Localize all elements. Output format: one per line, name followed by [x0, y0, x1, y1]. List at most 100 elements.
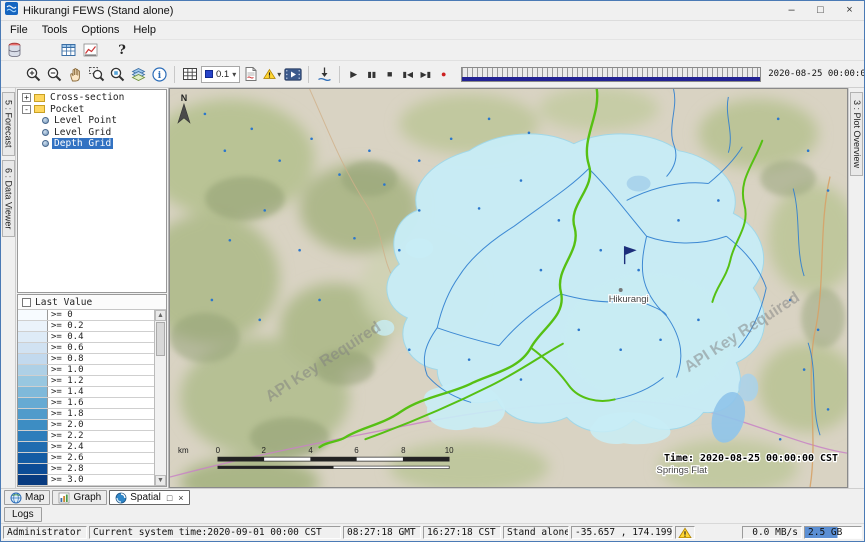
- menu-help[interactable]: Help: [126, 24, 163, 36]
- legend-label: >= 2.4: [48, 442, 84, 452]
- stop-button[interactable]: ■: [381, 69, 398, 79]
- svg-text:4: 4: [308, 446, 313, 455]
- close-button[interactable]: ×: [835, 1, 864, 20]
- legend-row: >= 1.2: [18, 376, 154, 387]
- titlebar: Hikurangi FEWS (Stand alone) – □ ×: [1, 1, 864, 21]
- collapse-icon[interactable]: -: [22, 105, 31, 114]
- legend-swatch: [18, 453, 48, 463]
- legend-row: >= 1.8: [18, 409, 154, 420]
- svg-text:0: 0: [216, 446, 221, 455]
- status-memory-usage: 2.5 GB: [804, 526, 862, 539]
- tree-node-label[interactable]: Level Grid: [52, 127, 113, 138]
- tree-node-label[interactable]: Cross-section: [48, 92, 126, 103]
- tab-plot-overview[interactable]: 3 : Plot Overview: [850, 92, 863, 176]
- legend-row: >= 1.4: [18, 387, 154, 398]
- legend-label: >= 2.2: [48, 431, 84, 441]
- main-area: 5 : Forecast 6 : Data Viewer + Cross-sec…: [1, 88, 864, 488]
- pan-hand-icon[interactable]: [65, 64, 85, 84]
- zoom-out-icon[interactable]: [44, 64, 64, 84]
- tree-node-label-selected[interactable]: Depth Grid: [52, 138, 113, 149]
- current-map-datetime: 2020-08-25 00:00:00 CST: [768, 69, 865, 79]
- database-icon[interactable]: [4, 40, 24, 60]
- status-network-rate: 0.0 MB/s: [742, 526, 802, 539]
- grid-display-icon[interactable]: [180, 64, 200, 84]
- tree-node-depth-grid[interactable]: Depth Grid: [18, 138, 166, 150]
- tab-map[interactable]: Map: [4, 490, 50, 505]
- tree-node-cross-section[interactable]: + Cross-section: [18, 92, 166, 104]
- map-view[interactable]: API Key Required API Key Required Hikura…: [169, 88, 848, 488]
- time-slider-bar[interactable]: [462, 77, 760, 81]
- panel-restore-icon[interactable]: □: [167, 493, 172, 503]
- record-button[interactable]: ●: [435, 69, 452, 79]
- status-spacer: [697, 526, 740, 539]
- zoom-in-icon[interactable]: [23, 64, 43, 84]
- legend-swatch: [18, 475, 48, 485]
- tab-forecast[interactable]: 5 : Forecast: [2, 92, 15, 156]
- tab-graph[interactable]: Graph: [52, 490, 107, 505]
- zoom-extent-icon[interactable]: [107, 64, 127, 84]
- chevron-down-icon[interactable]: ▾: [232, 70, 236, 79]
- chart-icon[interactable]: [80, 40, 100, 60]
- pause-button[interactable]: ▮▮: [363, 70, 380, 79]
- scroll-up-icon[interactable]: ▲: [155, 310, 166, 321]
- logs-button[interactable]: Logs: [4, 507, 42, 522]
- time-slider[interactable]: [461, 67, 761, 82]
- play-button[interactable]: ▶: [345, 69, 362, 80]
- table-icon[interactable]: [58, 40, 78, 60]
- info-icon[interactable]: i: [149, 64, 169, 84]
- last-value-checkbox[interactable]: [22, 298, 31, 307]
- tab-spatial[interactable]: Spatial □ ×: [109, 490, 189, 505]
- panel-close-icon[interactable]: ×: [178, 493, 183, 503]
- main-toolbar: ?: [1, 39, 864, 61]
- svg-text:km: km: [178, 446, 189, 455]
- tree-node-level-point[interactable]: Level Point: [18, 115, 166, 127]
- status-user: Administrator: [3, 526, 87, 539]
- maximize-button[interactable]: □: [806, 1, 835, 20]
- menu-tools[interactable]: Tools: [35, 24, 75, 36]
- map-canvas[interactable]: API Key Required API Key Required Hikura…: [170, 89, 847, 487]
- report-icon[interactable]: [241, 64, 261, 84]
- minimize-button[interactable]: –: [777, 1, 806, 20]
- classbreak-select[interactable]: 0.1 ▾: [201, 66, 240, 83]
- legend-label: >= 1.8: [48, 409, 84, 419]
- town-marker: [619, 288, 623, 292]
- tree-node-label[interactable]: Pocket: [48, 104, 86, 115]
- go-to-start-button[interactable]: ▮◀: [399, 70, 416, 79]
- go-to-end-button[interactable]: ▶▮: [417, 70, 434, 79]
- legend-row: >= 2.8: [18, 464, 154, 475]
- layers-icon[interactable]: [128, 64, 148, 84]
- view-tabs: Map Graph Spatial □ ×: [1, 488, 864, 506]
- legend-swatch: [18, 365, 48, 375]
- legend-scrollbar[interactable]: ▲ ▼: [154, 310, 166, 486]
- help-button[interactable]: ?: [112, 40, 132, 60]
- scroll-down-icon[interactable]: ▼: [155, 475, 166, 486]
- spatial-icon: [115, 492, 127, 504]
- warnings-icon[interactable]: ▾: [262, 64, 282, 84]
- menu-options[interactable]: Options: [74, 24, 126, 36]
- place-label-springs-flat: Springs Flat: [657, 465, 708, 476]
- animation-movie-icon[interactable]: [283, 64, 303, 84]
- tree-node-level-grid[interactable]: Level Grid: [18, 127, 166, 139]
- legend-swatch: [18, 431, 48, 441]
- chevron-down-icon[interactable]: ▾: [277, 70, 281, 79]
- tree-node-pocket[interactable]: - Pocket: [18, 104, 166, 116]
- legend-row: >= 3.0: [18, 475, 154, 486]
- layer-dot-icon: [42, 117, 49, 124]
- tree-node-label[interactable]: Level Point: [52, 115, 119, 126]
- time-slider-ticks: [462, 68, 760, 77]
- zoom-region-icon[interactable]: [86, 64, 106, 84]
- legend-row: >= 2.6: [18, 453, 154, 464]
- menu-file[interactable]: File: [3, 24, 35, 36]
- scroll-track[interactable]: [155, 321, 166, 475]
- legend-label: >= 2.6: [48, 453, 84, 463]
- status-coordinates: -35.657 , 174.199: [571, 526, 673, 539]
- status-warning-icon[interactable]: [675, 526, 695, 539]
- legend-list: >= 0 >= 0.2 >= 0.4 >= 0.6 >= 0.8 >= 1.0 …: [18, 310, 154, 486]
- application-window: Hikurangi FEWS (Stand alone) – □ × File …: [0, 0, 865, 542]
- legend-row: >= 2.4: [18, 442, 154, 453]
- legend-swatch: [18, 321, 48, 331]
- profile-probe-icon[interactable]: [314, 64, 334, 84]
- tab-data-viewer[interactable]: 6 : Data Viewer: [2, 160, 15, 237]
- scroll-thumb[interactable]: [156, 322, 165, 356]
- expand-icon[interactable]: +: [22, 93, 31, 102]
